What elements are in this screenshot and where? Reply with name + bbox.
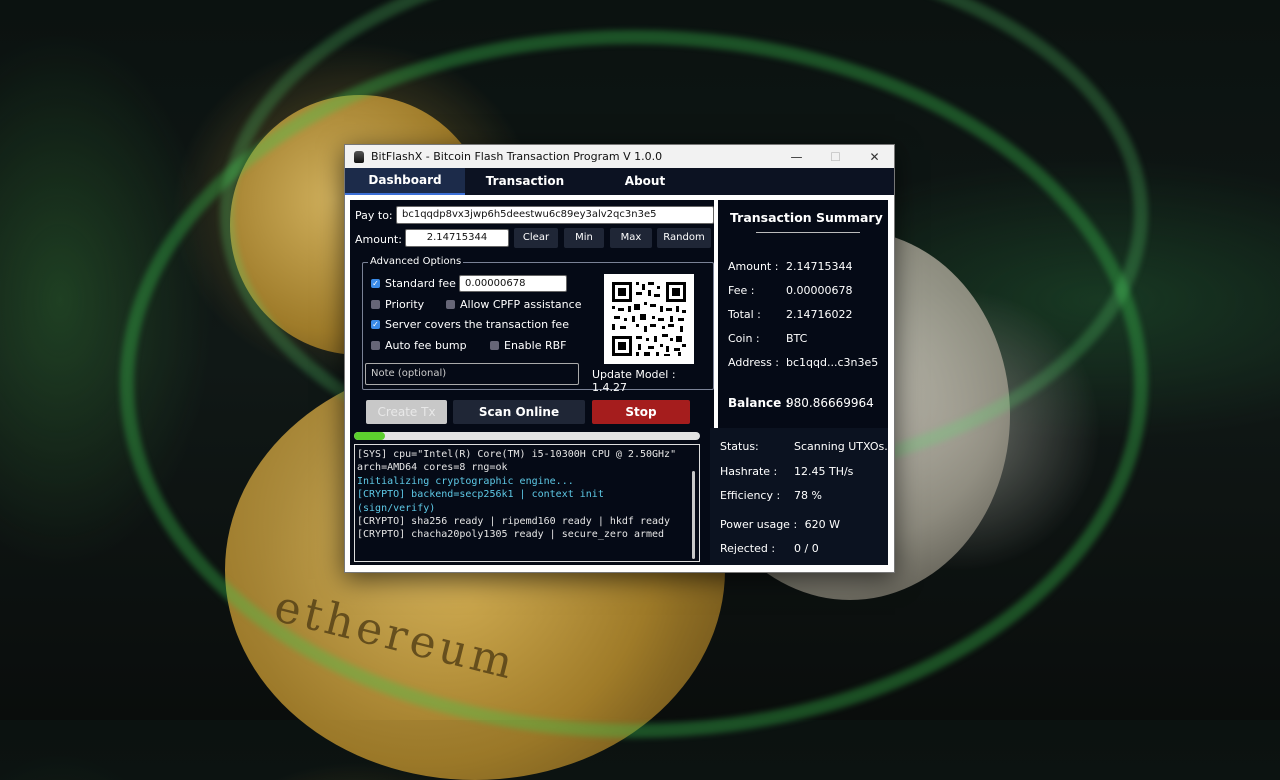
summary-fee-label: Fee : xyxy=(728,284,755,297)
summary-total-value: 2.14716022 xyxy=(786,308,853,321)
summary-coin-label: Coin : xyxy=(728,332,760,345)
efficiency-label: Efficiency : xyxy=(720,489,781,502)
rejected-label: Rejected : xyxy=(720,542,776,555)
hashrate-label: Hashrate : xyxy=(720,465,778,478)
summary-coin-value: BTC xyxy=(786,332,808,345)
window-title: BitFlashX - Bitcoin Flash Transaction Pr… xyxy=(371,150,663,163)
summary-panel: Transaction Summary Amount : 2.14715344 … xyxy=(710,200,895,565)
summary-divider xyxy=(756,232,860,233)
status-value: Scanning UTXOs... xyxy=(794,440,895,453)
hashrate-value: 12.45 TH/s xyxy=(794,465,854,478)
allow-cpfp-label: Allow CPFP assistance xyxy=(460,298,582,311)
enable-rbf-label: Enable RBF xyxy=(504,339,567,352)
priority-label: Priority xyxy=(385,298,425,311)
app-icon xyxy=(354,150,364,163)
amount-input[interactable]: 2.14715344 xyxy=(405,229,509,247)
console-line: [SYS] cpu="Intel(R) Core(TM) i5-10300H C… xyxy=(357,449,683,474)
rejected-row: Rejected : 0 / 0 xyxy=(720,542,819,555)
summary-amount-value: 2.14715344 xyxy=(786,260,853,273)
clear-button[interactable]: Clear xyxy=(514,228,558,248)
standard-fee-checkbox[interactable]: ✓ xyxy=(371,279,380,288)
console-line: [CRYPTO] sha256 ready | ripemd160 ready … xyxy=(357,516,671,528)
balance-value: 980.86669964 xyxy=(786,396,874,410)
summary-title: Transaction Summary xyxy=(730,210,883,225)
status-label: Status: xyxy=(720,440,759,453)
pay-to-label: Pay to: xyxy=(355,209,393,222)
auto-fee-bump-label: Auto fee bump xyxy=(385,339,467,352)
summary-total-label: Total : xyxy=(728,308,761,321)
priority-checkbox[interactable] xyxy=(371,300,380,309)
progress-bar xyxy=(354,432,700,440)
min-button[interactable]: Min xyxy=(564,228,604,248)
left-panel: Pay to: bc1qqdp8vx3jwp6h5deestwu6c89ey3a… xyxy=(350,200,714,565)
enable-rbf-checkbox[interactable] xyxy=(490,341,499,350)
close-button[interactable]: ✕ xyxy=(855,145,894,168)
progress-fill xyxy=(354,432,386,440)
rejected-value: 0 / 0 xyxy=(794,542,819,555)
console-line: [CRYPTO] chacha20poly1305 ready | secure… xyxy=(357,529,665,541)
power-label: Power usage : xyxy=(720,518,798,531)
dashboard-content: Pay to: bc1qqdp8vx3jwp6h5deestwu6c89ey3a… xyxy=(346,196,895,569)
summary-coin-row: Coin : BTC xyxy=(728,332,807,345)
advanced-options-title: Advanced Options xyxy=(368,256,464,267)
qr-code-image xyxy=(604,274,694,364)
console-line: [CRYPTO] backend=secp256k1 | context ini… xyxy=(357,489,610,514)
standard-fee-label: Standard fee xyxy=(385,277,456,290)
stats-panel: Status: Scanning UTXOs... Hashrate : 12.… xyxy=(710,428,895,565)
scan-online-button[interactable]: Scan Online xyxy=(453,400,585,424)
tab-dashboard[interactable]: Dashboard xyxy=(345,168,465,195)
title-bar: BitFlashX - Bitcoin Flash Transaction Pr… xyxy=(345,145,894,168)
summary-address-value: bc1qqd...c3n3e5 xyxy=(786,356,879,369)
power-row: Power usage : 620 W xyxy=(720,518,840,531)
allow-cpfp-checkbox[interactable] xyxy=(446,300,455,309)
summary-amount-label: Amount : xyxy=(728,260,779,273)
tab-bar-spacer xyxy=(705,168,894,195)
tab-bar: Dashboard Transaction About xyxy=(345,168,894,195)
pay-to-input[interactable]: bc1qqdp8vx3jwp6h5deestwu6c89ey3alv2qc3n3… xyxy=(396,206,714,224)
server-covers-fee-label: Server covers the transaction fee xyxy=(385,318,569,331)
power-value: 620 W xyxy=(804,518,841,531)
status-row: Status: Scanning UTXOs... xyxy=(720,440,895,453)
server-covers-fee-checkbox[interactable]: ✓ xyxy=(371,320,380,329)
console-line: Initializing cryptographic engine... xyxy=(357,475,574,487)
tab-about[interactable]: About xyxy=(585,168,705,195)
minimize-button[interactable]: — xyxy=(777,145,816,168)
maximize-button[interactable]: ☐ xyxy=(816,145,855,168)
qr-code-svg xyxy=(612,282,686,356)
standard-fee-input[interactable]: 0.00000678 xyxy=(459,275,567,292)
note-input[interactable]: Note (optional) xyxy=(365,363,579,385)
summary-amount-row: Amount : 2.14715344 xyxy=(728,260,852,273)
amount-label: Amount: xyxy=(355,233,402,246)
console-scrollbar[interactable] xyxy=(692,471,695,559)
stop-button[interactable]: Stop xyxy=(592,400,690,424)
balance-row: Balance : 980.86669964 xyxy=(728,396,874,410)
create-tx-button[interactable]: Create Tx xyxy=(366,400,447,424)
efficiency-value: 78 % xyxy=(794,489,822,502)
summary-address-label: Address : xyxy=(728,356,780,369)
console-log[interactable]: [SYS] cpu="Intel(R) Core(TM) i5-10300H C… xyxy=(354,444,700,562)
max-button[interactable]: Max xyxy=(610,228,652,248)
summary-address-row: Address : bc1qqd...c3n3e5 xyxy=(728,356,878,369)
auto-fee-bump-checkbox[interactable] xyxy=(371,341,380,350)
tab-transaction[interactable]: Transaction xyxy=(465,168,585,195)
update-model-label: Update Model : 1.4.27 xyxy=(592,368,676,394)
app-window: BitFlashX - Bitcoin Flash Transaction Pr… xyxy=(344,144,895,573)
efficiency-row: Efficiency : 78 % xyxy=(720,489,822,502)
random-button[interactable]: Random xyxy=(657,228,711,248)
summary-fee-value: 0.00000678 xyxy=(786,284,853,297)
summary-total-row: Total : 2.14716022 xyxy=(728,308,852,321)
hashrate-row: Hashrate : 12.45 TH/s xyxy=(720,465,853,478)
balance-label: Balance : xyxy=(728,396,791,410)
summary-fee-row: Fee : 0.00000678 xyxy=(728,284,852,297)
